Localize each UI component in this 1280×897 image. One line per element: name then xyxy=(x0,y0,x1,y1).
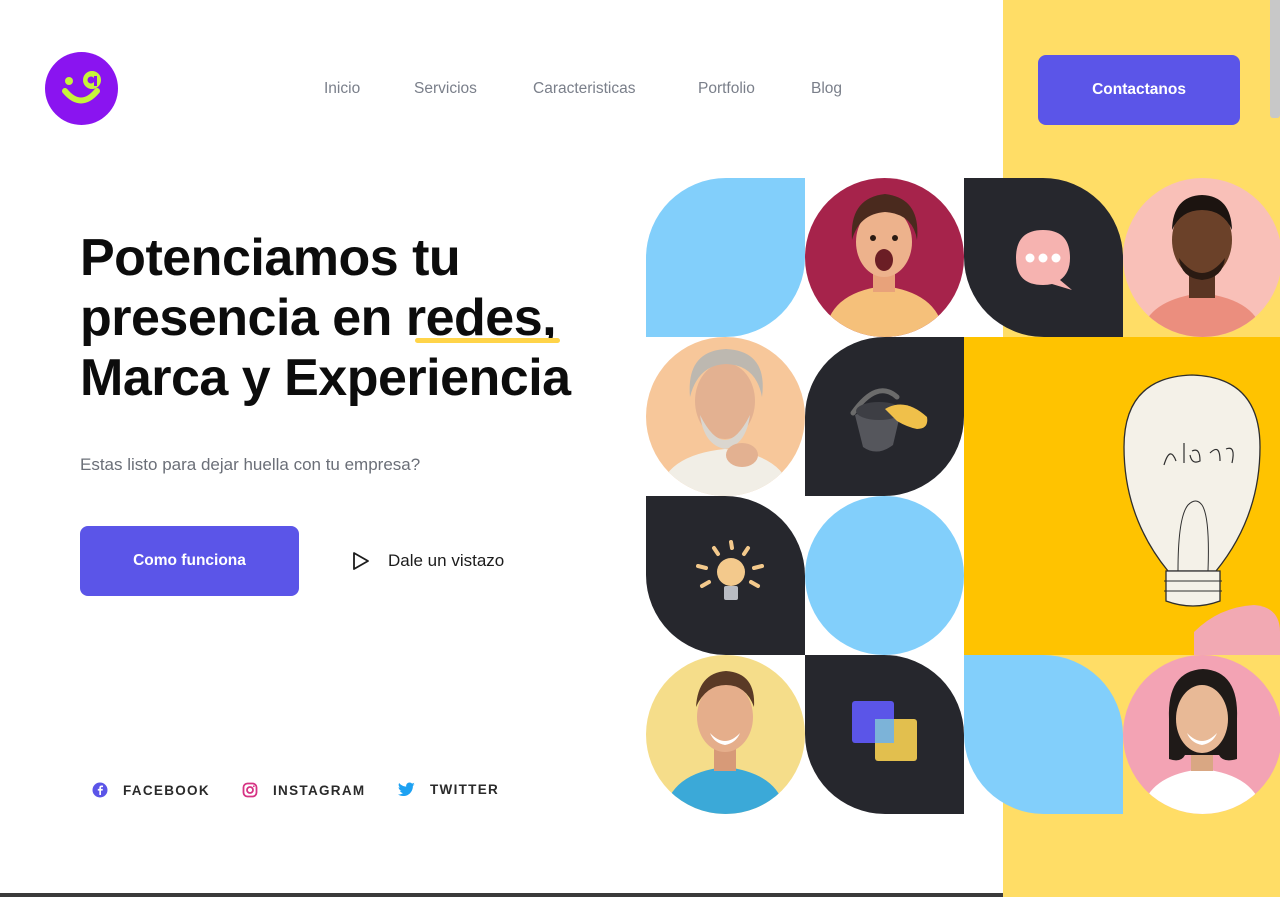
idea-lightbulb-drawing xyxy=(964,337,1280,655)
play-icon xyxy=(353,552,369,570)
bottom-divider xyxy=(0,893,1003,897)
hero-title-line3: Marca y Experiencia xyxy=(80,349,571,407)
layers-tile xyxy=(805,655,964,814)
chat-bubble-icon xyxy=(1016,230,1072,290)
hero-title-line1: Potenciamos tu xyxy=(80,229,461,287)
layers-icon xyxy=(852,701,917,761)
brand-logo[interactable] xyxy=(45,52,118,125)
highlight-underline xyxy=(415,338,560,343)
how-it-works-button[interactable]: Como funciona xyxy=(80,526,299,596)
contact-button[interactable]: Contactanos xyxy=(1038,55,1240,125)
instagram-icon xyxy=(242,782,258,798)
scrollbar[interactable] xyxy=(1270,0,1280,118)
social-twitter-label: TWITTER xyxy=(430,782,500,797)
paint-bucket-icon xyxy=(850,388,928,452)
chat-tile xyxy=(964,178,1123,337)
nav-item-servicios[interactable]: Servicios xyxy=(414,80,477,98)
facebook-icon xyxy=(92,782,108,798)
blue-leaf-shape xyxy=(964,655,1123,814)
photo-surprised-woman xyxy=(805,178,964,337)
social-instagram-label: INSTAGRAM xyxy=(273,782,366,798)
photo-smiling-man xyxy=(646,655,805,814)
lightbulb-icon xyxy=(696,540,764,600)
photo-smiling-woman xyxy=(1123,655,1280,814)
nav-item-inicio[interactable]: Inicio xyxy=(324,80,360,98)
hero-title-line2: presencia en xyxy=(80,289,406,347)
photo-man-portrait xyxy=(1123,178,1280,337)
lightbulb-tile xyxy=(646,496,805,655)
nav-item-portfolio[interactable]: Portfolio xyxy=(698,80,755,98)
social-facebook[interactable]: FACEBOOK xyxy=(92,782,210,798)
twitter-icon xyxy=(398,782,415,797)
smiley-logo-icon xyxy=(62,71,101,104)
blue-circle-shape xyxy=(805,496,964,655)
photo-bearded-senior-man xyxy=(646,337,805,496)
nav-item-caracteristicas[interactable]: Caracteristicas xyxy=(533,80,636,98)
social-twitter[interactable]: TWITTER xyxy=(398,782,499,797)
watch-video-link[interactable]: Dale un vistazo xyxy=(352,549,504,573)
watch-video-label: Dale un vistazo xyxy=(388,551,505,570)
paint-bucket-tile xyxy=(805,337,964,496)
hero-title: Potenciamos tu presencia en redes, Marca… xyxy=(80,228,640,408)
social-facebook-label: FACEBOOK xyxy=(123,782,210,798)
nav-item-blog[interactable]: Blog xyxy=(811,80,842,98)
social-instagram[interactable]: INSTAGRAM xyxy=(242,782,365,798)
blue-leaf-shape xyxy=(646,178,805,337)
hero-subtitle: Estas listo para dejar huella con tu emp… xyxy=(80,455,421,474)
